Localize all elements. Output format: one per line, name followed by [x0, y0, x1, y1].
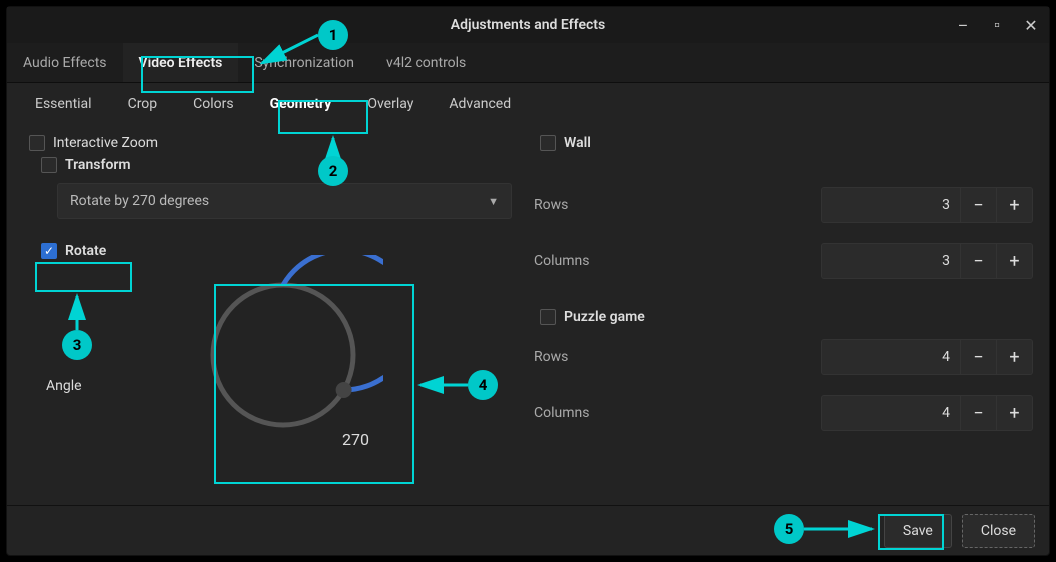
titlebar: Adjustments and Effects – ▫ ✕: [7, 7, 1049, 43]
close-button[interactable]: Close: [962, 514, 1035, 548]
puzzle-cols-stepper: − +: [821, 395, 1033, 431]
wall-checkbox[interactable]: [540, 135, 556, 151]
subtab-overlay[interactable]: Overlay: [349, 83, 431, 125]
puzzle-rows-input[interactable]: [821, 339, 961, 375]
wall-cols-decrement[interactable]: −: [961, 243, 997, 279]
secondary-tabs: Essential Crop Colors Geometry Overlay A…: [7, 83, 1049, 125]
dialog-footer: Save Close: [7, 505, 1049, 555]
tab-synchronization[interactable]: Synchronization: [238, 43, 370, 82]
close-window-button[interactable]: ✕: [1021, 16, 1041, 35]
titlebar-controls: – ▫ ✕: [953, 7, 1041, 43]
window-title: Adjustments and Effects: [451, 17, 605, 33]
wall-cols-input[interactable]: [821, 243, 961, 279]
transform-select[interactable]: Rotate by 270 degrees ▼: [57, 183, 512, 219]
content-area: Interactive Zoom Transform Rotate by 270…: [7, 125, 1049, 505]
primary-tabs: Audio Effects Video Effects Synchronizat…: [7, 43, 1049, 83]
transform-label: Transform: [65, 157, 131, 173]
dial-svg: [183, 255, 383, 455]
transform-checkbox[interactable]: [41, 157, 57, 173]
tab-v4l2-controls[interactable]: v4l2 controls: [370, 43, 482, 82]
puzzle-rows-stepper: − +: [821, 339, 1033, 375]
rotate-checkbox[interactable]: [41, 243, 57, 259]
puzzle-rows-increment[interactable]: +: [997, 339, 1033, 375]
wall-rows-input[interactable]: [821, 187, 961, 223]
chevron-down-icon: ▼: [488, 195, 499, 208]
puzzle-rows-decrement[interactable]: −: [961, 339, 997, 375]
subtab-colors[interactable]: Colors: [175, 83, 251, 125]
subtab-crop[interactable]: Crop: [110, 83, 176, 125]
dialog-window: Adjustments and Effects – ▫ ✕ Audio Effe…: [6, 6, 1050, 556]
angle-dial[interactable]: 270: [183, 255, 383, 455]
puzzle-cols-label: Columns: [534, 405, 821, 421]
wall-label: Wall: [564, 135, 591, 151]
left-column: Interactive Zoom Transform Rotate by 270…: [17, 129, 528, 495]
rotate-label: Rotate: [65, 243, 106, 259]
wall-rows-decrement[interactable]: −: [961, 187, 997, 223]
subtab-advanced[interactable]: Advanced: [431, 83, 529, 125]
tab-audio-effects[interactable]: Audio Effects: [7, 43, 123, 82]
angle-label: Angle: [46, 378, 82, 394]
wall-cols-increment[interactable]: +: [997, 243, 1033, 279]
puzzle-rows-label: Rows: [534, 349, 821, 365]
interactive-zoom-checkbox[interactable]: [29, 135, 45, 151]
save-button[interactable]: Save: [884, 514, 952, 548]
right-column: Wall Rows − + Columns − +: [528, 129, 1039, 495]
wall-rows-increment[interactable]: +: [997, 187, 1033, 223]
puzzle-cols-input[interactable]: [821, 395, 961, 431]
wall-cols-stepper: − +: [821, 243, 1033, 279]
subtab-essential[interactable]: Essential: [17, 83, 110, 125]
angle-value: 270: [342, 430, 369, 449]
minimize-button[interactable]: –: [953, 16, 973, 35]
tab-video-effects[interactable]: Video Effects: [123, 43, 239, 82]
puzzle-cols-increment[interactable]: +: [997, 395, 1033, 431]
puzzle-checkbox[interactable]: [540, 309, 556, 325]
puzzle-label: Puzzle game: [564, 309, 645, 325]
puzzle-cols-decrement[interactable]: −: [961, 395, 997, 431]
wall-rows-stepper: − +: [821, 187, 1033, 223]
wall-cols-label: Columns: [534, 253, 821, 269]
interactive-zoom-label: Interactive Zoom: [53, 135, 158, 151]
wall-rows-label: Rows: [534, 197, 821, 213]
maximize-button[interactable]: ▫: [987, 15, 1007, 35]
transform-select-value: Rotate by 270 degrees: [70, 193, 209, 209]
subtab-geometry[interactable]: Geometry: [252, 83, 350, 125]
